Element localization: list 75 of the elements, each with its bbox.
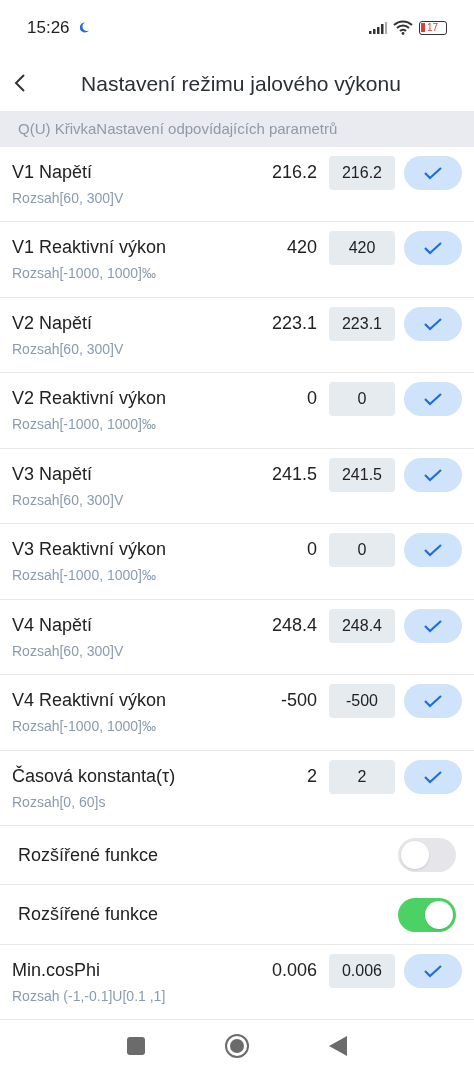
current-value: -500 xyxy=(280,689,317,713)
check-icon xyxy=(423,543,443,558)
check-icon xyxy=(423,467,443,482)
value-input[interactable]: 0 xyxy=(329,382,395,417)
check-icon xyxy=(423,316,443,331)
parameter-label: V4 Napětí xyxy=(12,613,94,637)
parameter-label: V4 Reaktivní výkon xyxy=(12,689,168,713)
current-value: 223.1 xyxy=(271,311,317,335)
range-hint: Rozsah[-1000, 1000]‰ xyxy=(12,264,157,284)
check-icon xyxy=(423,165,443,180)
page-title: Nastavení režimu jalového výkonu xyxy=(80,70,402,97)
check-icon xyxy=(423,618,443,633)
current-value: 2 xyxy=(307,764,317,788)
check-icon xyxy=(423,769,443,784)
parameter-label: Časová konstanta(τ) xyxy=(12,764,177,788)
current-value: 0 xyxy=(307,538,317,562)
range-hint: Rozsah[60, 300]V xyxy=(12,339,125,359)
toggle-switch[interactable] xyxy=(398,838,456,873)
signal-icon xyxy=(369,21,387,34)
range-hint: Rozsah[0, 60]s xyxy=(12,792,107,812)
toggle-switch[interactable] xyxy=(398,897,456,932)
section-title: Q(U) KřivkaNastavení odpovídajících parametrů xyxy=(18,118,338,139)
confirm-button[interactable] xyxy=(404,954,462,988)
confirm-button[interactable] xyxy=(404,684,462,719)
value-input[interactable]: 2 xyxy=(329,759,395,794)
value-input[interactable]: 216.2 xyxy=(329,155,395,190)
value-input[interactable]: 0 xyxy=(329,533,395,568)
moon-icon xyxy=(79,22,89,34)
value-input[interactable]: 223.1 xyxy=(329,306,395,341)
value-input[interactable]: 241.5 xyxy=(329,457,395,492)
check-icon xyxy=(423,964,443,978)
home-button[interactable] xyxy=(225,1034,249,1059)
range-hint: Rozsah[60, 300]V xyxy=(12,188,125,208)
parameter-label: V2 Reaktivní výkon xyxy=(12,387,168,411)
current-value: 248.4 xyxy=(271,613,317,637)
range-hint: Rozsah[-1000, 1000]‰ xyxy=(12,415,157,435)
setting-label: Rozšířené funkce xyxy=(18,843,160,867)
confirm-button[interactable] xyxy=(404,155,462,190)
range-hint: Rozsah[60, 300]V xyxy=(12,490,125,510)
parameter-label: V2 Napětí xyxy=(12,311,94,335)
check-icon xyxy=(423,392,443,407)
back-icon xyxy=(14,73,26,94)
range-hint: Rozsah (-1,-0.1]U[0.1 ,1] xyxy=(12,987,167,1006)
value-input[interactable]: 0.006 xyxy=(329,954,395,988)
value-input[interactable]: 248.4 xyxy=(329,608,395,643)
confirm-button[interactable] xyxy=(404,457,462,492)
value-input[interactable]: 420 xyxy=(329,231,395,266)
parameter-label: V1 Napětí xyxy=(12,160,94,184)
wifi-icon xyxy=(393,20,413,36)
confirm-button[interactable] xyxy=(404,231,462,266)
check-icon xyxy=(423,241,443,256)
confirm-button[interactable] xyxy=(404,382,462,417)
range-hint: Rozsah[-1000, 1000]‰ xyxy=(12,566,157,586)
range-hint: Rozsah[60, 300]V xyxy=(12,641,125,661)
back-triangle-icon[interactable] xyxy=(329,1036,347,1057)
parameter-label: V3 Reaktivní výkon xyxy=(12,538,168,562)
current-value: 216.2 xyxy=(271,160,317,184)
recent-apps-button[interactable] xyxy=(127,1037,145,1056)
battery-indicator: 17 xyxy=(419,20,447,35)
current-value: 241.5 xyxy=(271,462,317,486)
confirm-button[interactable] xyxy=(404,533,462,568)
value-input[interactable]: -500 xyxy=(329,684,395,719)
confirm-button[interactable] xyxy=(404,306,462,341)
confirm-button[interactable] xyxy=(404,759,462,794)
parameter-label: V3 Napětí xyxy=(12,462,94,486)
current-value: 420 xyxy=(286,236,317,260)
clock: 15:26 xyxy=(27,17,70,39)
parameter-label: Min.cosPhi xyxy=(12,959,102,982)
current-value: 0 xyxy=(307,387,317,411)
current-value: 0.006 xyxy=(271,959,317,982)
check-icon xyxy=(423,694,443,709)
confirm-button[interactable] xyxy=(404,608,462,643)
setting-label: Rozšířené funkce xyxy=(18,903,160,927)
range-hint: Rozsah[-1000, 1000]‰ xyxy=(12,717,157,737)
parameter-label: V1 Reaktivní výkon xyxy=(12,236,168,260)
